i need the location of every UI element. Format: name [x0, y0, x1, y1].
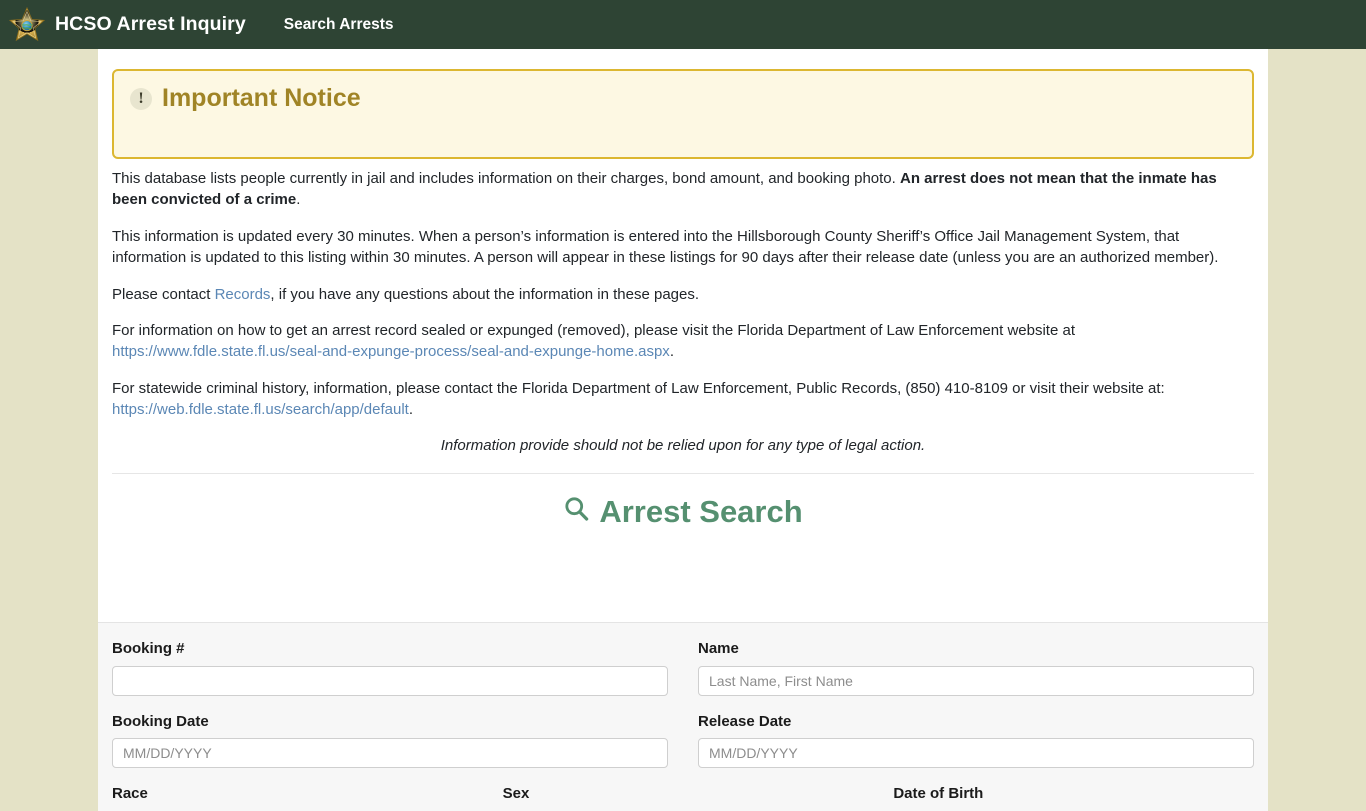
field-group-booking-date: Booking Date: [112, 712, 668, 768]
field-group-race: Race: [112, 785, 473, 811]
label-booking-date: Booking Date: [112, 712, 209, 730]
p1-text-a: This database lists people currently in …: [112, 170, 900, 187]
p3-text-b: , if you have any questions about the in…: [270, 285, 700, 303]
arrest-search-form: Booking # Name Booking Date Release Date: [98, 622, 1268, 811]
magnifier-icon: [563, 495, 590, 529]
booking-number-input[interactable]: [112, 665, 668, 696]
legal-disclaimer: Information provide should not be relied…: [440, 437, 926, 455]
paragraph-update-frequency: This information is updated every 30 min…: [112, 228, 1219, 267]
field-group-booking-number: Booking #: [112, 640, 668, 696]
field-group-release-date: Release Date: [698, 712, 1254, 768]
field-group-name: Name: [698, 640, 1254, 696]
form-row-2: Booking Date Release Date: [112, 712, 1254, 768]
p5-text-b: .: [408, 400, 414, 418]
field-group-sex: Sex: [502, 785, 864, 811]
brand-title: HCSO Arrest Inquiry: [55, 13, 246, 35]
arrest-search-heading-text: Arrest Search: [599, 493, 803, 529]
section-divider: [112, 472, 1254, 474]
paragraph-contact-records: Please contact Records, if you have any …: [112, 285, 1254, 306]
fdle-seal-expunge-link[interactable]: https://www.fdle.state.fl.us/seal-and-ex…: [112, 343, 670, 360]
label-race: Race: [112, 785, 148, 802]
p4-text-b: .: [669, 343, 674, 361]
label-booking-number: Booking #: [112, 640, 185, 657]
top-navbar: HCSO Arrest Inquiry Search Arrests: [0, 0, 1366, 49]
release-date-input[interactable]: [698, 738, 1254, 768]
nav-link-search-arrests[interactable]: Search Arrests: [284, 16, 394, 34]
important-notice-alert: ! Important Notice: [112, 69, 1254, 159]
label-sex: Sex: [502, 785, 530, 802]
row-spacer-2: [112, 768, 1254, 786]
form-row-1: Booking # Name: [112, 640, 1254, 696]
records-link[interactable]: Records: [215, 286, 271, 303]
content-container: ! Important Notice This database lists p…: [98, 49, 1268, 811]
booking-date-input[interactable]: [112, 738, 668, 768]
notice-title-row: ! Important Notice: [130, 84, 1236, 113]
paragraph-seal-expunge: For information on how to get an arrest …: [112, 321, 1254, 362]
brand-link[interactable]: HCSO Arrest Inquiry: [8, 6, 246, 44]
label-release-date: Release Date: [698, 712, 792, 730]
label-date-of-birth: Date of Birth: [893, 785, 984, 802]
exclamation-circle-icon: !: [130, 87, 152, 110]
p4-text-a: For information on how to get an arrest …: [112, 322, 1075, 340]
page-background: ! Important Notice This database lists p…: [0, 49, 1366, 811]
paragraph-database-info: This database lists people currently in …: [112, 169, 1254, 210]
fdle-search-link[interactable]: https://web.fdle.state.fl.us/search/app/…: [112, 401, 409, 418]
sheriff-star-badge-icon: [8, 6, 46, 44]
notice-body-copy: This database lists people currently in …: [112, 159, 1254, 457]
paragraph-statewide-history: For statewide criminal history, informat…: [112, 379, 1254, 420]
form-row-3: Race Sex Date of Birth: [112, 785, 1254, 811]
notice-title-text: Important Notice: [162, 84, 361, 112]
arrest-search-heading: Arrest Search: [112, 493, 1254, 529]
p5-text-a: For statewide criminal history, informat…: [112, 379, 1165, 397]
p1-text-b: .: [296, 190, 301, 208]
label-name: Name: [698, 640, 739, 657]
field-group-date-of-birth: Date of Birth: [893, 785, 1254, 811]
name-input[interactable]: [698, 665, 1254, 696]
p3-text-a: Please contact: [112, 285, 215, 303]
row-spacer-1: [112, 696, 1254, 714]
